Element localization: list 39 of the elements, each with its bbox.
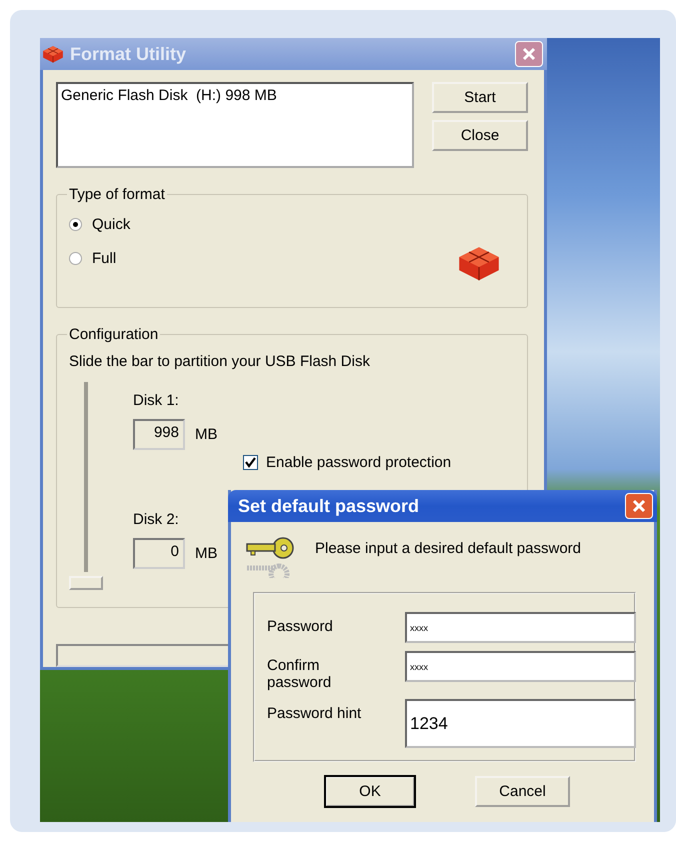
dialog-button[interactable]: Cancel [475,776,570,807]
size-field[interactable]: 998 [133,419,185,450]
disk-label: Disk 2: [133,511,180,528]
checkbox[interactable] [243,455,258,470]
device-list[interactable]: Generic Flash Disk (H:) 998 MB [56,82,414,168]
close-icon [521,46,537,62]
blocks-icon [457,245,501,282]
dialog-title: Set default password [237,496,420,516]
key-icon [245,536,295,578]
password-checkbox[interactable]: Enable password protection [243,454,452,471]
message-text: Please input a desired default password [315,539,582,557]
blocks-icon [42,44,64,64]
size-field[interactable]: 0 [133,538,185,569]
slider-thumb[interactable] [69,576,103,590]
password-field[interactable]: xxxx [405,612,636,643]
window-title: Format Utility [70,44,188,64]
close-button[interactable] [515,41,543,67]
field-label: Password hint [267,704,362,722]
radio-button[interactable] [69,218,82,230]
radio-option[interactable]: Quick [69,207,130,241]
close-icon [631,498,647,514]
group-title: Configuration [68,326,160,343]
close-button[interactable] [625,493,653,519]
group-title: Type of format [68,186,166,203]
instruction-text: Slide the bar to partition your USB Flash Disk [69,353,371,370]
unit-label: MB [195,426,218,443]
check-icon [245,457,256,468]
disk-label: Disk 1: [133,392,180,409]
unit-label: MB [195,545,218,562]
field-label: Confirm password [267,656,332,691]
device-item[interactable]: Generic Flash Disk (H:) 998 MB [61,87,409,104]
action-button[interactable]: Start [432,82,528,113]
hint-field[interactable]: 1234 [405,699,636,748]
password-field[interactable]: xxxx [405,651,636,682]
dialog-button[interactable]: OK [325,776,415,807]
radio-button[interactable] [69,252,82,264]
action-button[interactable]: Close [432,120,528,151]
radio-option[interactable]: Full [69,241,130,275]
field-label: Password [267,617,334,635]
